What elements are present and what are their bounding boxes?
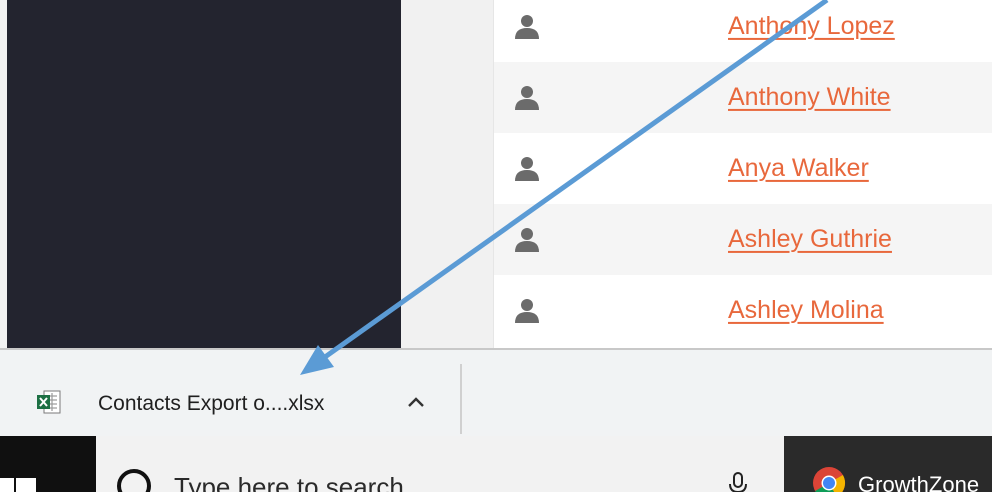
contact-list: Anthony Lopez Anthony White Anya Walker … [493, 0, 992, 350]
person-icon [515, 156, 539, 181]
contact-link[interactable]: Anthony Lopez [728, 11, 895, 40]
windows-icon [0, 472, 36, 492]
chrome-icon [813, 467, 846, 492]
person-icon [515, 227, 539, 252]
screen: Anthony Lopez Anthony White Anya Walker … [0, 0, 992, 492]
contact-row: Ashley Guthrie [494, 204, 992, 275]
taskbar: Type here to search GrowthZone [0, 436, 992, 492]
download-bar: Contacts Export o....xlsx [0, 348, 992, 438]
download-file-name: Contacts Export o....xlsx [98, 392, 325, 415]
person-icon [515, 298, 539, 323]
search-icon [117, 469, 151, 492]
contact-row: Anthony Lopez [494, 0, 992, 62]
download-item[interactable]: Contacts Export o....xlsx [0, 350, 462, 438]
microphone-icon[interactable] [728, 472, 748, 492]
chrome-window-label: GrowthZone [858, 472, 980, 492]
left-edge [0, 0, 7, 350]
contact-link[interactable]: Ashley Molina [728, 295, 884, 324]
content-gutter [401, 0, 493, 350]
contact-row: Ashley Molina [494, 275, 992, 346]
excel-file-icon [37, 390, 61, 414]
search-placeholder: Type here to search [174, 472, 404, 492]
chevron-up-icon[interactable] [404, 392, 428, 412]
start-button[interactable] [0, 436, 96, 492]
contact-row: Anya Walker [494, 133, 992, 204]
contact-link[interactable]: Ashley Guthrie [728, 224, 892, 253]
chrome-taskbar-button[interactable]: GrowthZone [784, 436, 992, 492]
person-icon [515, 85, 539, 110]
contact-row: Anthony White [494, 62, 992, 133]
download-divider [460, 364, 462, 434]
person-icon [515, 14, 539, 39]
contact-link[interactable]: Anthony White [728, 82, 891, 111]
contact-link[interactable]: Anya Walker [728, 153, 869, 182]
search-box[interactable]: Type here to search [96, 436, 784, 492]
left-navigation-panel [7, 0, 401, 350]
